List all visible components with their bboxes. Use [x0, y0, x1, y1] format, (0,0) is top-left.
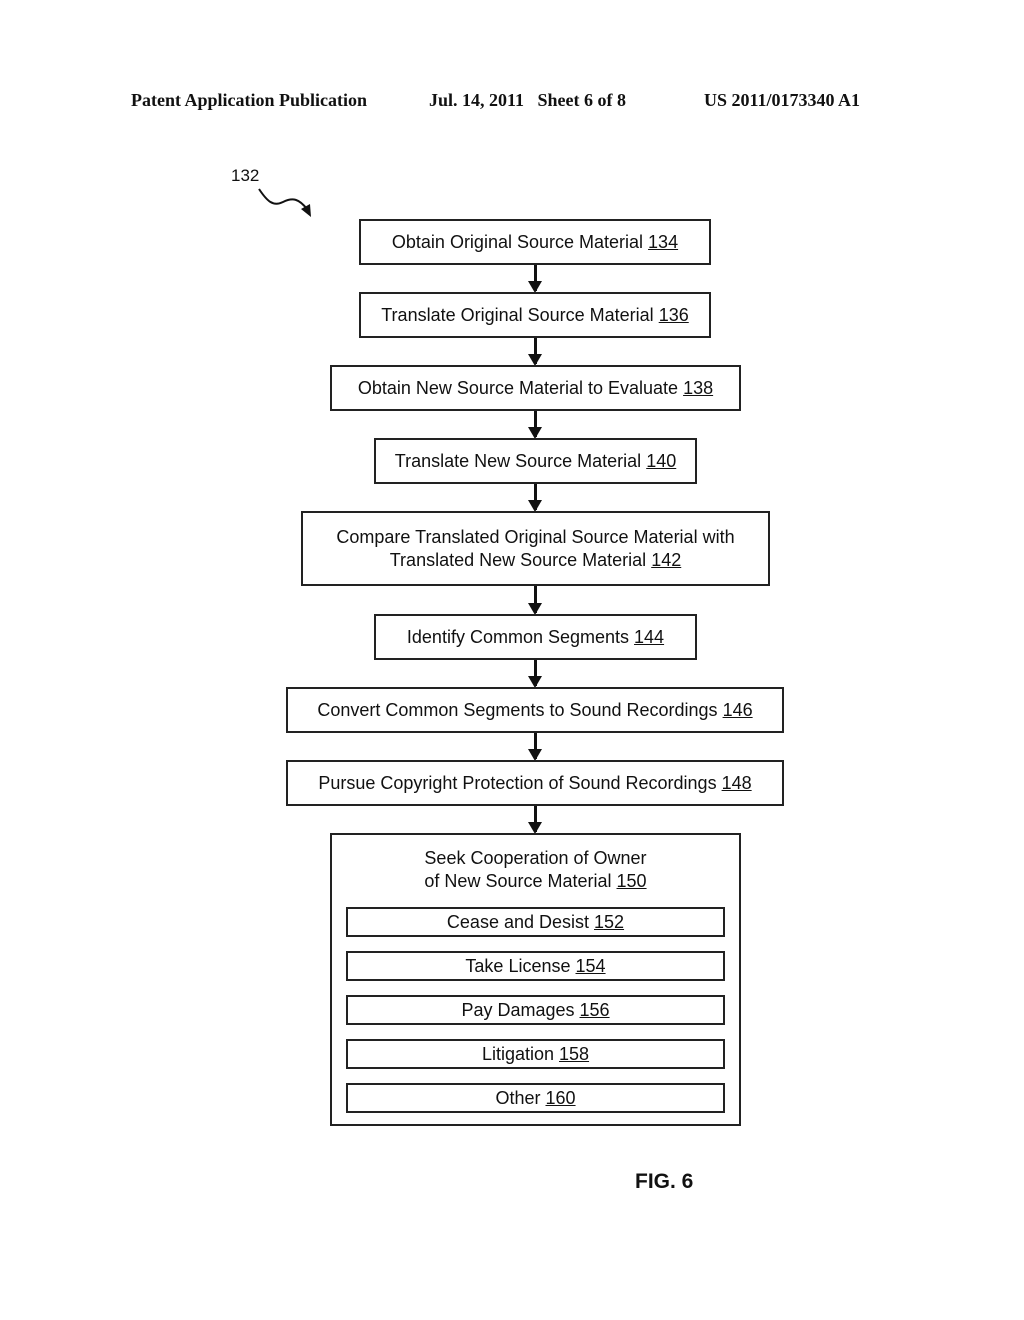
publication-type: Patent Application Publication [131, 90, 368, 110]
step-translate-original: Translate Original Source Material 136 [359, 292, 711, 338]
flow-arrow [528, 338, 542, 366]
step-identify-common: Identify Common Segments 144 [374, 614, 697, 660]
step-obtain-original: Obtain Original Source Material 134 [359, 219, 711, 265]
option-take-license: Take License 154 [346, 951, 725, 981]
option-litigation: Litigation 158 [346, 1039, 725, 1069]
step-pursue-copyright: Pursue Copyright Protection of Sound Rec… [286, 760, 784, 806]
reference-squiggle-arrow-icon [258, 188, 311, 217]
seek-cooperation-title: Seek Cooperation of Owner of New Source M… [424, 848, 647, 891]
option-pay-damages: Pay Damages 156 [346, 995, 725, 1025]
step-seek-cooperation: Seek Cooperation of Owner of New Source M… [330, 833, 741, 1126]
flow-arrow [528, 806, 542, 834]
flow-arrow [528, 660, 542, 688]
step-obtain-new: Obtain New Source Material to Evaluate 1… [330, 365, 741, 411]
publication-date-sheet: Jul. 14, 2011 Sheet 6 of 8 [429, 90, 627, 110]
diagram-reference-number: 132 [231, 166, 260, 185]
patent-number: US 2011/0173340 A1 [704, 90, 861, 110]
step-compare: Compare Translated Original Source Mater… [301, 511, 770, 586]
option-other: Other 160 [346, 1083, 725, 1113]
figure-label: FIG. 6 [635, 1170, 694, 1193]
flow-arrow [528, 484, 542, 512]
flow-arrow [528, 265, 542, 293]
flow-arrow [528, 586, 542, 615]
flow-arrow [528, 733, 542, 761]
step-convert-sound: Convert Common Segments to Sound Recordi… [286, 687, 784, 733]
step-translate-new: Translate New Source Material 140 [374, 438, 697, 484]
flow-arrow [528, 411, 542, 439]
option-cease-desist: Cease and Desist 152 [346, 907, 725, 937]
